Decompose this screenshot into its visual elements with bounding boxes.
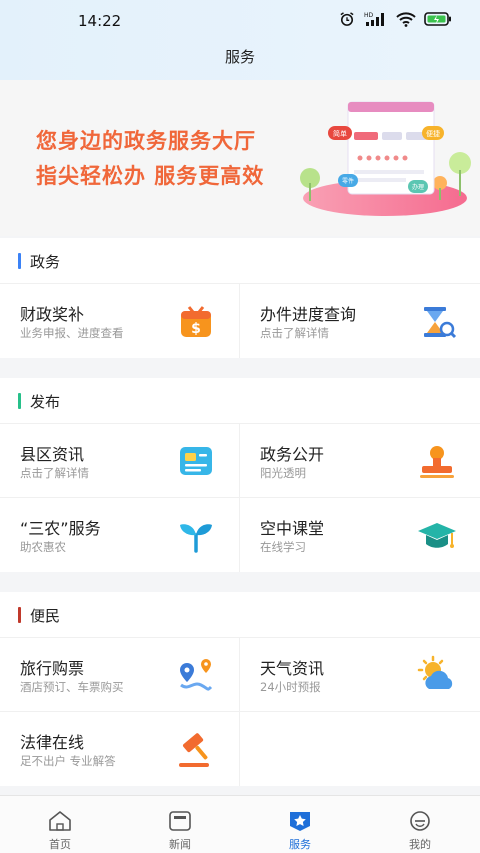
section-header: 政务 [0,238,480,284]
top-header: 14:22 HD 服务 [0,0,480,80]
tab-label: 服务 [289,838,311,851]
status-time: 14:22 [78,12,122,30]
weather-sun-cloud-icon [417,655,453,689]
bottom-tab-bar: 首页 新闻 服务 我的 [0,795,480,853]
service-name: 法律在线 [20,733,85,752]
status-icons: HD [338,11,452,27]
service-desc: 在线学习 [260,540,306,554]
gavel-icon [179,733,209,767]
signal-icon: HD [364,12,384,26]
section-header: 便民 [0,592,480,638]
section-title: 便民 [30,607,61,625]
empty-cell [240,712,480,786]
wifi-icon [396,12,416,27]
section-marker [18,393,21,409]
alarm-icon [340,12,354,26]
banner-headline: 您身边的政务服务大厅 [36,129,256,153]
service-name: 空中课堂 [260,519,325,538]
tab-label: 首页 [49,838,71,851]
service-name: 县区资讯 [20,445,85,464]
service-progress-query[interactable]: 办件进度查询 点击了解详情 [240,284,480,358]
service-name: “三农”服务 [20,519,101,538]
banner-subheadline: 指尖轻松办 服务更高效 [36,164,265,188]
service-weather[interactable]: 天气资讯 24小时预报 [240,638,480,712]
section-marker [18,607,21,623]
service-name: 财政奖补 [20,305,85,324]
service-desc: 酒店预订、车票购买 [20,680,124,694]
service-agriculture[interactable]: “三农”服务 助农惠农 [0,498,240,572]
stamp-icon [420,446,454,478]
svg-text:简单: 简单 [333,129,347,138]
service-desc: 24小时预报 [260,680,321,694]
network-label: HD [364,12,374,19]
promo-banner[interactable]: 您身边的政务服务大厅 指尖轻松办 服务更高效 简单 便捷 零件 办理 [0,80,480,236]
graduation-cap-icon [418,523,456,548]
service-name: 天气资讯 [260,659,325,678]
section-fabu: 发布 县区资讯 点击了解详情 政务公开 阳光透明 “三农”服务 助农惠农 空中课… [0,378,480,572]
services-star-icon [290,812,310,831]
svg-text:办理: 办理 [412,183,424,191]
tab-label: 新闻 [169,838,191,851]
section-title: 发布 [30,393,61,411]
service-desc: 业务申报、进度查看 [20,326,124,340]
banner-tag-4: 办理 [408,180,428,193]
battery-icon [424,12,451,26]
svg-text:便捷: 便捷 [426,129,440,138]
service-desc: 点击了解详情 [260,326,329,340]
service-online-class[interactable]: 空中课堂 在线学习 [240,498,480,572]
section-title: 政务 [30,253,61,271]
service-desc: 点击了解详情 [20,466,89,480]
service-gov-open[interactable]: 政务公开 阳光透明 [240,424,480,498]
banner-tag-1: 简单 [328,126,352,140]
tab-services[interactable]: 服务 [240,796,360,853]
service-desc: 足不出户 专业解答 [20,754,116,768]
section-header: 发布 [0,378,480,424]
service-desc: 助农惠农 [20,540,66,554]
news-icon [169,811,191,831]
banner-tag-2: 便捷 [422,126,444,140]
page-title: 服务 [224,48,255,66]
status-bar: 14:22 HD [0,0,480,40]
section-bianmin: 便民 旅行购票 酒店预订、车票购买 天气资讯 24小时预报 法律在线 足不出户 … [0,592,480,786]
service-name: 政务公开 [260,445,325,464]
map-route-icon [180,659,213,691]
service-fiscal-subsidy[interactable]: 财政奖补 业务申报、进度查看 $ [0,284,240,358]
svg-text:零件: 零件 [342,177,354,185]
section-marker [18,253,21,269]
service-desc: 阳光透明 [260,466,306,480]
service-county-news[interactable]: 县区资讯 点击了解详情 [0,424,240,498]
banner-tag-3: 零件 [338,174,358,187]
hourglass-search-icon [424,307,457,339]
banner-illustration: 简单 便捷 零件 办理 [300,101,471,216]
news-card-icon [180,447,212,475]
section-zhengwu: 政务 财政奖补 业务申报、进度查看 $ 办件进度查询 点击了解详情 [0,238,480,358]
service-legal-online[interactable]: 法律在线 足不出户 专业解答 [0,712,240,786]
tab-home[interactable]: 首页 [0,796,120,853]
tab-news[interactable]: 新闻 [120,796,240,853]
service-travel-tickets[interactable]: 旅行购票 酒店预订、车票购买 [0,638,240,712]
service-name: 旅行购票 [20,659,85,678]
sprout-icon [180,524,212,553]
tab-label: 我的 [409,838,431,851]
home-icon [49,811,71,831]
service-name: 办件进度查询 [260,305,357,324]
profile-icon [410,811,430,831]
svg-text:$: $ [191,321,201,337]
tab-mine[interactable]: 我的 [360,796,480,853]
money-bag-icon: $ [181,306,211,337]
